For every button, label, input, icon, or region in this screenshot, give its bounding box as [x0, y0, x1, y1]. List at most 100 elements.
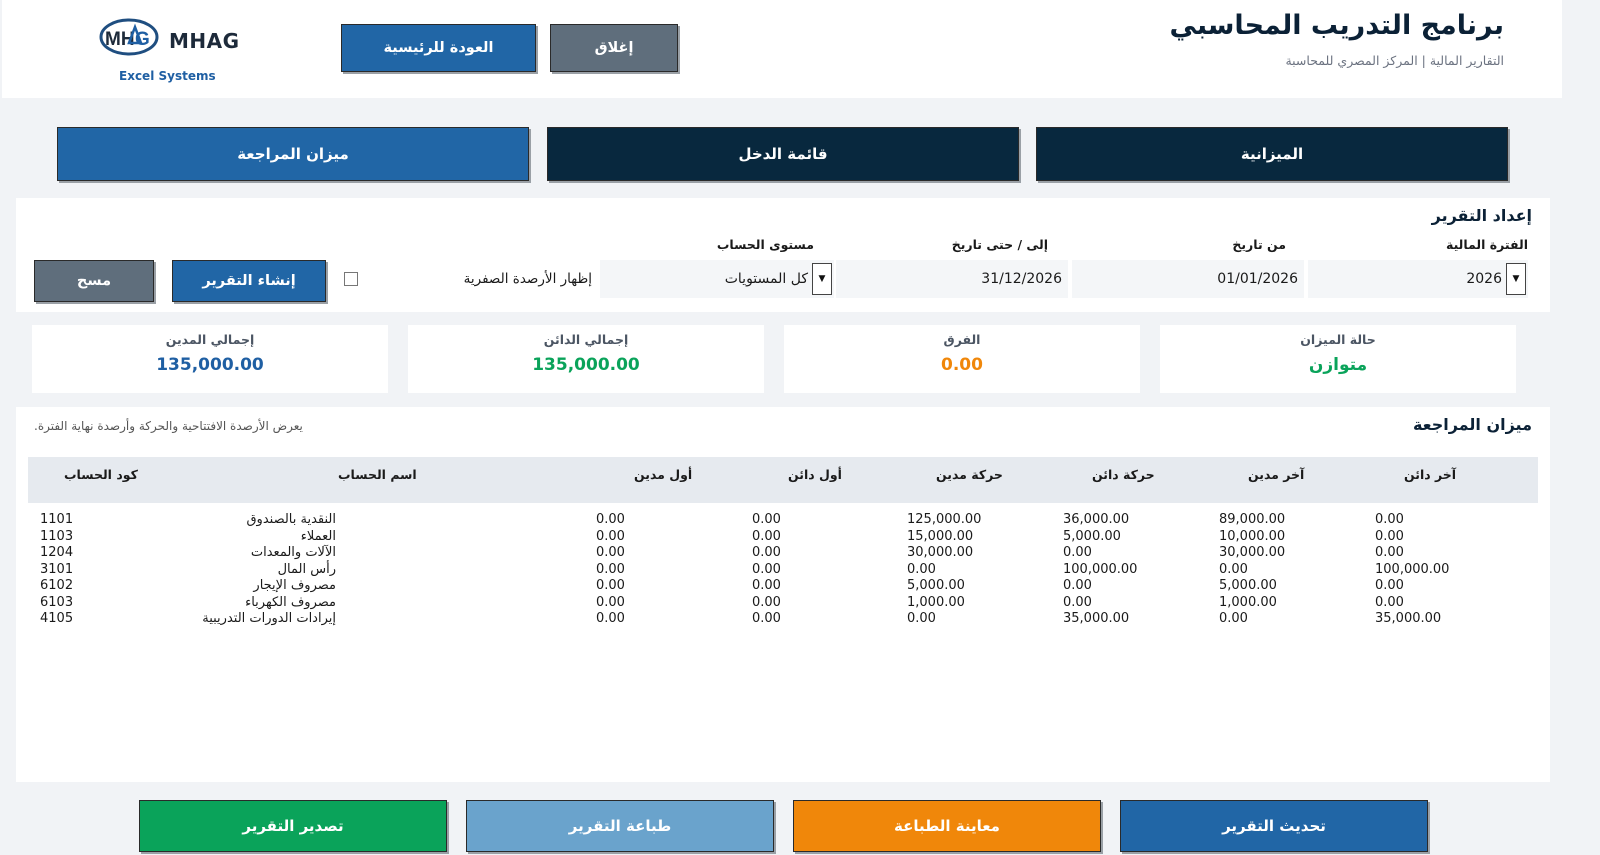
cell-open-credit: 0.00: [752, 528, 781, 544]
col-header-code: كود الحساب: [64, 467, 138, 482]
home-button[interactable]: العودة للرئيسية: [341, 24, 536, 72]
total-credit-label: إجمالي الدائن: [543, 332, 629, 347]
col-header-move-credit: حركة دائن: [1092, 467, 1155, 482]
cell-end-debit: 0.00: [1219, 611, 1248, 626]
cell-open-debit: 0.00: [596, 561, 625, 577]
cell-open-debit: 0.00: [596, 594, 625, 610]
header: MH G MHAG Excel Systems العودة للرئيسية …: [2, 0, 1562, 98]
table-body: 1101 النقدية بالصندوق 0.00 0.00 125,000.00 36…: [16, 512, 1550, 628]
cell-code: 1204: [40, 545, 74, 560]
cell-name: مصروف الكهرباء: [245, 594, 336, 610]
table-row[interactable]: 6103 مصروف الكهرباء 0.00 0.00 1,000.00 0.00 1,…: [16, 595, 1550, 612]
print-report-button[interactable]: طباعة التقرير: [466, 800, 774, 852]
balance-status-card: حالة الميزان متوازن: [1160, 325, 1516, 393]
cell-open-debit: 0.00: [596, 545, 625, 560]
cell-move-credit: 0.00: [1063, 578, 1092, 593]
cell-open-credit: 0.00: [752, 611, 781, 626]
cell-end-credit: 100,000.00: [1375, 561, 1450, 577]
logo-emblem-icon: MH G: [99, 18, 159, 56]
cell-name: العملاء: [300, 528, 336, 544]
balance-status-label: حالة الميزان: [1300, 332, 1376, 347]
cell-code: 4105: [40, 611, 74, 626]
col-header-end-debit: آخر مدين: [1248, 467, 1305, 482]
col-header-name: اسم الحساب: [338, 467, 417, 482]
cell-end-debit: 10,000.00: [1219, 528, 1286, 544]
cell-code: 6103: [40, 594, 74, 610]
cell-name: إيرادات الدورات التدريبية: [202, 611, 336, 626]
table-header: كود الحساب اسم الحساب أول مدين أول دائن …: [28, 457, 1538, 503]
logo-text: MHAG: [169, 29, 240, 53]
total-credit-value: 135,000.00: [532, 355, 640, 375]
tab-income-statement[interactable]: قائمة الدخل: [547, 127, 1019, 181]
cell-open-debit: 0.00: [596, 528, 625, 544]
balance-status-value: متوازن: [1308, 355, 1368, 375]
difference-label: الفرق: [943, 332, 981, 347]
period-select[interactable]: 2026 ▼: [1308, 260, 1528, 298]
cell-end-credit: 0.00: [1375, 545, 1404, 560]
cell-end-credit: 0.00: [1375, 528, 1404, 544]
table-row[interactable]: 6102 مصروف الإيجار 0.00 0.00 5,000.00 0.00 5,0…: [16, 578, 1550, 595]
refresh-report-button[interactable]: تحديث التقرير: [1120, 800, 1428, 852]
cell-open-debit: 0.00: [596, 611, 625, 626]
table-row[interactable]: 1103 العملاء 0.00 0.00 15,000.00 5,000.00 10,0…: [16, 529, 1550, 546]
cell-move-credit: 0.00: [1063, 594, 1092, 610]
cell-code: 1103: [40, 528, 74, 544]
cell-end-debit: 1,000.00: [1219, 594, 1277, 610]
chevron-down-icon[interactable]: ▼: [1506, 263, 1526, 295]
logo-subtitle: Excel Systems: [119, 69, 216, 83]
cell-move-credit: 35,000.00: [1063, 611, 1130, 626]
cell-end-debit: 0.00: [1219, 561, 1248, 577]
clear-button[interactable]: مسح: [34, 260, 154, 302]
period-value: 2026: [1466, 271, 1502, 287]
difference-card: الفرق 0.00: [784, 325, 1140, 393]
table-title: ميزان المراجعة: [1412, 415, 1532, 434]
cell-move-debit: 15,000.00: [907, 528, 974, 544]
cell-code: 6102: [40, 578, 74, 593]
company-logo: MH G MHAG Excel Systems: [99, 17, 239, 87]
zero-balances-checkbox[interactable]: [344, 272, 358, 286]
account-level-select[interactable]: كل المستويات ▼: [600, 260, 834, 298]
cell-end-credit: 0.00: [1375, 594, 1404, 610]
cell-open-credit: 0.00: [752, 512, 781, 527]
cell-end-debit: 30,000.00: [1219, 545, 1286, 560]
cell-end-credit: 0.00: [1375, 512, 1404, 527]
zero-balances-label: إظهار الأرصدة الصفرية: [463, 271, 592, 287]
cell-end-credit: 0.00: [1375, 578, 1404, 593]
from-date-field[interactable]: 01/01/2026: [1072, 260, 1304, 298]
to-date-field[interactable]: 31/12/2026: [836, 260, 1068, 298]
generate-report-button[interactable]: إنشاء التقرير: [172, 260, 326, 302]
print-preview-button[interactable]: معاينة الطباعة: [793, 800, 1101, 852]
cell-move-debit: 0.00: [907, 611, 936, 626]
cell-name: مصروف الإيجار: [253, 578, 336, 593]
table-row[interactable]: 4105 إيرادات الدورات التدريبية 0.00 0.00 0.0…: [16, 611, 1550, 628]
cell-open-credit: 0.00: [752, 578, 781, 593]
cell-open-credit: 0.00: [752, 594, 781, 610]
period-label: الفترة المالية: [1445, 237, 1528, 252]
to-date-label: إلى / حتى تاريخ: [951, 237, 1048, 252]
cell-end-debit: 5,000.00: [1219, 578, 1277, 593]
cell-code: 1101: [40, 512, 74, 527]
page-subtitle: التقارير المالية | المركز المصري للمحاسب…: [1285, 53, 1504, 68]
col-header-open-credit: أول دائن: [788, 467, 842, 482]
cell-move-debit: 5,000.00: [907, 578, 965, 593]
tab-balance-sheet[interactable]: الميزانية: [1036, 127, 1508, 181]
export-report-button[interactable]: تصدير التقرير: [139, 800, 447, 852]
close-button[interactable]: إغلاق: [550, 24, 678, 72]
table-row[interactable]: 1101 النقدية بالصندوق 0.00 0.00 125,000.00 36…: [16, 512, 1550, 529]
cell-end-debit: 89,000.00: [1219, 512, 1286, 527]
report-setup-panel: إعداد التقرير الفترة المالية 2026 ▼ من ت…: [16, 198, 1550, 312]
cell-name: النقدية بالصندوق: [246, 512, 336, 527]
cell-move-debit: 0.00: [907, 561, 936, 577]
cell-name: الآلات والمعدات: [250, 545, 336, 560]
table-row[interactable]: 3101 رأس المال 0.00 0.00 0.00 100,000.00 0.00 1…: [16, 562, 1550, 579]
total-debit-card: إجمالي المدين 135,000.00: [32, 325, 388, 393]
table-row[interactable]: 1204 الآلات والمعدات 0.00 0.00 30,000.00 0.00…: [16, 545, 1550, 562]
chevron-down-icon[interactable]: ▼: [812, 263, 832, 295]
col-header-open-debit: أول مدين: [634, 467, 693, 482]
setup-title: إعداد التقرير: [1431, 206, 1532, 225]
cell-move-debit: 125,000.00: [907, 512, 982, 527]
account-level-value: كل المستويات: [724, 271, 808, 287]
cell-open-credit: 0.00: [752, 561, 781, 577]
tab-trial-balance[interactable]: ميزان المراجعة: [57, 127, 529, 181]
cell-move-debit: 1,000.00: [907, 594, 965, 610]
